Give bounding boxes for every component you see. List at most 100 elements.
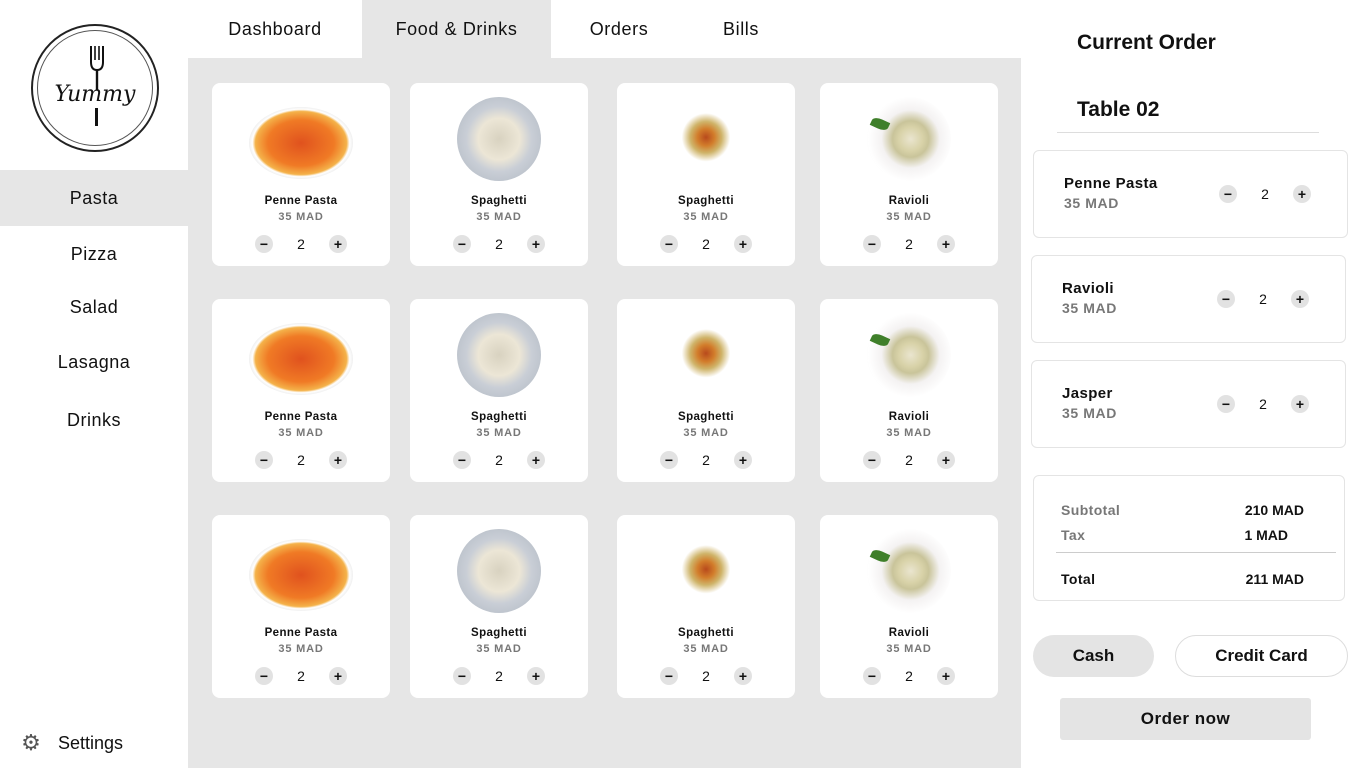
menu-card[interactable]: Spaghetti 35 MAD − 2 +	[617, 83, 795, 266]
dish-image	[664, 97, 748, 181]
plus-icon[interactable]: +	[734, 667, 752, 685]
order-now-button[interactable]: Order now	[1060, 698, 1311, 740]
dish-price: 35 MAD	[886, 211, 932, 223]
plus-icon[interactable]: +	[527, 235, 545, 253]
order-totals: Subtotal 210 MAD Tax 1 MAD Total 211 MAD	[1033, 475, 1345, 601]
tab-bills[interactable]: Bills	[686, 0, 796, 58]
category-salad[interactable]: Salad	[0, 279, 188, 335]
gear-icon: ⚙	[21, 730, 41, 755]
credit-card-button[interactable]: Credit Card	[1175, 635, 1348, 677]
minus-icon[interactable]: −	[453, 451, 471, 469]
plus-icon[interactable]: +	[527, 451, 545, 469]
minus-icon[interactable]: −	[863, 235, 881, 253]
settings-label: Settings	[58, 732, 124, 753]
dish-image	[249, 107, 353, 179]
menu-card[interactable]: Ravioli 35 MAD − 2 +	[820, 83, 998, 266]
menu-card[interactable]: Spaghetti 35 MAD − 2 +	[410, 83, 588, 266]
tab-dashboard[interactable]: Dashboard	[188, 0, 362, 58]
menu-card[interactable]: Spaghetti 35 MAD − 2 +	[410, 515, 588, 698]
divider	[1057, 132, 1319, 133]
quantity-value: 2	[905, 236, 913, 252]
category-drinks[interactable]: Drinks	[0, 392, 188, 448]
menu-card[interactable]: Spaghetti 35 MAD − 2 +	[410, 299, 588, 482]
minus-icon[interactable]: −	[1219, 185, 1237, 203]
tab-food-drinks[interactable]: Food & Drinks	[362, 0, 551, 58]
dish-price: 35 MAD	[476, 643, 522, 655]
plus-icon[interactable]: +	[1291, 395, 1309, 413]
menu-card[interactable]: Spaghetti 35 MAD − 2 +	[617, 515, 795, 698]
dish-name: Spaghetti	[678, 627, 734, 639]
quantity-stepper: − 2 +	[212, 451, 390, 469]
logo: Yummy	[31, 24, 159, 152]
minus-icon[interactable]: −	[1217, 290, 1235, 308]
dish-price: 35 MAD	[886, 643, 932, 655]
category-lasagna[interactable]: Lasagna	[0, 334, 188, 390]
dish-image	[664, 313, 748, 397]
order-item: Jasper 35 MAD − 2 +	[1031, 360, 1346, 448]
plus-icon[interactable]: +	[734, 451, 752, 469]
minus-icon[interactable]: −	[660, 451, 678, 469]
plus-icon[interactable]: +	[937, 235, 955, 253]
category-pasta[interactable]: Pasta	[0, 170, 188, 226]
menu-card[interactable]: Penne Pasta 35 MAD − 2 +	[212, 299, 390, 482]
minus-icon[interactable]: −	[255, 235, 273, 253]
order-item-price: 35 MAD	[1062, 405, 1117, 421]
minus-icon[interactable]: −	[863, 451, 881, 469]
minus-icon[interactable]: −	[255, 667, 273, 685]
menu-card[interactable]: Penne Pasta 35 MAD − 2 +	[212, 515, 390, 698]
menu-card[interactable]: Ravioli 35 MAD − 2 +	[820, 299, 998, 482]
dish-image	[867, 97, 951, 181]
plus-icon[interactable]: +	[937, 451, 955, 469]
settings-link[interactable]: ⚙ Settings	[20, 730, 124, 755]
plus-icon[interactable]: +	[937, 667, 955, 685]
minus-icon[interactable]: −	[863, 667, 881, 685]
menu-card[interactable]: Penne Pasta 35 MAD − 2 +	[212, 83, 390, 266]
quantity-stepper: − 2 +	[212, 235, 390, 253]
plus-icon[interactable]: +	[329, 667, 347, 685]
minus-icon[interactable]: −	[453, 235, 471, 253]
quantity-value: 2	[297, 236, 305, 252]
plus-icon[interactable]: +	[329, 451, 347, 469]
total-row: Total 211 MAD	[1061, 571, 1304, 587]
table-number: Table 02	[1077, 98, 1160, 121]
dish-image	[457, 97, 541, 181]
tax-row: Tax 1 MAD	[1061, 527, 1304, 543]
dish-name: Ravioli	[888, 411, 930, 423]
order-item-name: Penne Pasta	[1064, 175, 1158, 192]
dish-price: 35 MAD	[476, 427, 522, 439]
plus-icon[interactable]: +	[734, 235, 752, 253]
quantity-stepper: − 2 +	[1219, 185, 1311, 203]
quantity-value: 2	[1259, 291, 1267, 307]
order-item-price: 35 MAD	[1062, 300, 1117, 316]
quantity-stepper: − 2 +	[820, 667, 998, 685]
minus-icon[interactable]: −	[660, 667, 678, 685]
dish-image	[457, 529, 541, 613]
plus-icon[interactable]: +	[329, 235, 347, 253]
menu-grid: Penne Pasta 35 MAD −2 + Spaghetti 35 MAD −2 + Sp…	[188, 58, 1021, 768]
cash-button[interactable]: Cash	[1033, 635, 1154, 677]
quantity-value: 2	[1259, 396, 1267, 412]
minus-icon[interactable]: −	[453, 667, 471, 685]
dish-price: 35 MAD	[886, 427, 932, 439]
tab-orders[interactable]: Orders	[564, 0, 674, 58]
minus-icon[interactable]: −	[660, 235, 678, 253]
top-tabs: Dashboard Food & Drinks Orders Bills	[188, 0, 1021, 58]
quantity-value: 2	[297, 668, 305, 684]
tax-value: 1 MAD	[1244, 527, 1288, 543]
plus-icon[interactable]: +	[527, 667, 545, 685]
order-title: Current Order	[1077, 31, 1216, 54]
quantity-value: 2	[702, 668, 710, 684]
menu-card[interactable]: Spaghetti 35 MAD − 2 +	[617, 299, 795, 482]
minus-icon[interactable]: −	[1217, 395, 1235, 413]
plus-icon[interactable]: +	[1291, 290, 1309, 308]
minus-icon[interactable]: −	[255, 451, 273, 469]
plus-icon[interactable]: +	[1293, 185, 1311, 203]
dish-price: 35 MAD	[278, 427, 324, 439]
category-pizza[interactable]: Pizza	[0, 226, 188, 282]
quantity-stepper: − 2 +	[617, 235, 795, 253]
quantity-stepper: − 2 +	[410, 235, 588, 253]
dish-image	[867, 529, 951, 613]
current-order-panel: Current Order Table 02 Penne Pasta 35 MA…	[1021, 0, 1366, 768]
menu-card[interactable]: Ravioli 35 MAD − 2 +	[820, 515, 998, 698]
order-item-price: 35 MAD	[1064, 195, 1119, 211]
